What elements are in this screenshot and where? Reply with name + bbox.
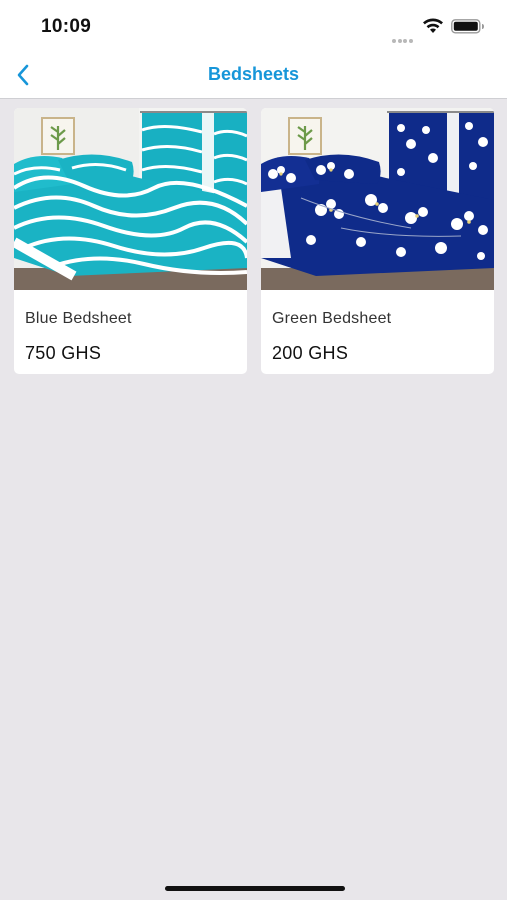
navigation-bar: Bedsheets [0, 50, 507, 99]
signal-dots-icon [392, 30, 416, 43]
bedsheet-photo-icon [14, 108, 247, 290]
status-bar: 10:09 [0, 0, 507, 50]
status-time: 10:09 [41, 16, 92, 37]
wifi-icon [423, 18, 443, 33]
page-title: Bedsheets [207, 64, 300, 84]
product-card[interactable]: Blue Bedsheet 750 GHS [14, 108, 247, 374]
product-price: 750 GHS [25, 343, 102, 363]
product-price: 200 GHS [272, 343, 349, 363]
product-name: Green Bedsheet [272, 310, 392, 327]
product-name: Blue Bedsheet [25, 310, 132, 327]
product-card[interactable]: Green Bedsheet 200 GHS [261, 108, 494, 374]
battery-icon [451, 19, 484, 34]
bedsheet-photo-icon [261, 108, 494, 290]
home-indicator[interactable] [165, 886, 345, 891]
